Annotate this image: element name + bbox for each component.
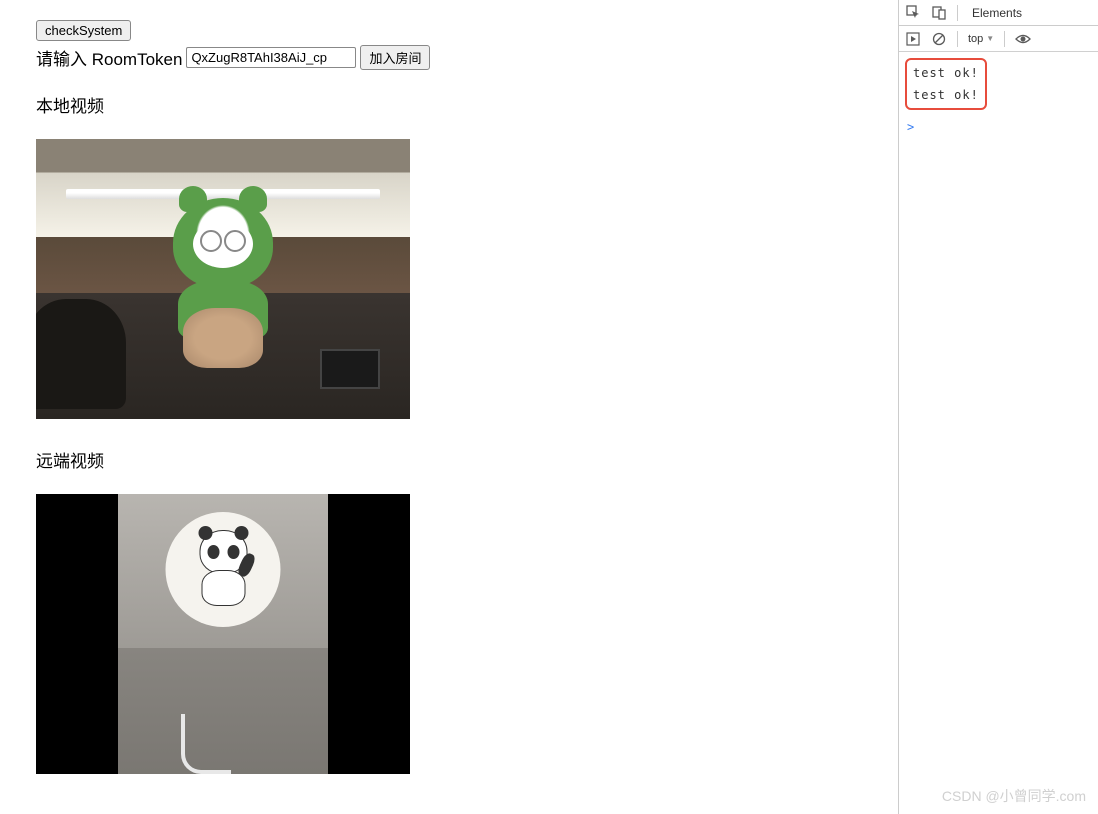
console-toolbar: top ▼	[899, 26, 1098, 52]
inspect-element-icon[interactable]	[905, 5, 921, 21]
context-label: top	[968, 33, 983, 45]
clear-console-icon[interactable]	[931, 31, 947, 47]
check-system-button[interactable]: checkSystem	[36, 20, 131, 41]
console-line: test ok!	[913, 62, 979, 84]
play-icon[interactable]	[905, 31, 921, 47]
remote-video-title: 远端视频	[36, 447, 862, 472]
console-output: test ok! test ok!	[899, 52, 1098, 116]
devtools-panel: Elements top ▼ test ok! test ok! >	[898, 0, 1098, 814]
tab-elements[interactable]: Elements	[968, 6, 1026, 20]
token-row: 请输入 RoomToken 加入房间	[36, 45, 862, 70]
context-selector[interactable]: top ▼	[968, 33, 994, 45]
device-toolbar-icon[interactable]	[931, 5, 947, 21]
local-video-stream	[36, 139, 410, 419]
devtools-tabs: Elements	[899, 0, 1098, 26]
remote-video-stream	[36, 494, 410, 774]
page-main: checkSystem 请输入 RoomToken 加入房间 本地视频 远端视频	[0, 0, 898, 814]
eye-icon[interactable]	[1015, 31, 1031, 47]
room-token-input[interactable]	[186, 47, 356, 68]
console-prompt[interactable]: >	[899, 116, 1098, 138]
console-highlight: test ok! test ok!	[905, 58, 987, 110]
console-line: test ok!	[913, 84, 979, 106]
token-prompt-label: 请输入 RoomToken	[36, 45, 182, 70]
join-room-button[interactable]: 加入房间	[360, 45, 430, 70]
chevron-down-icon: ▼	[986, 34, 994, 43]
local-video-title: 本地视频	[36, 92, 862, 117]
